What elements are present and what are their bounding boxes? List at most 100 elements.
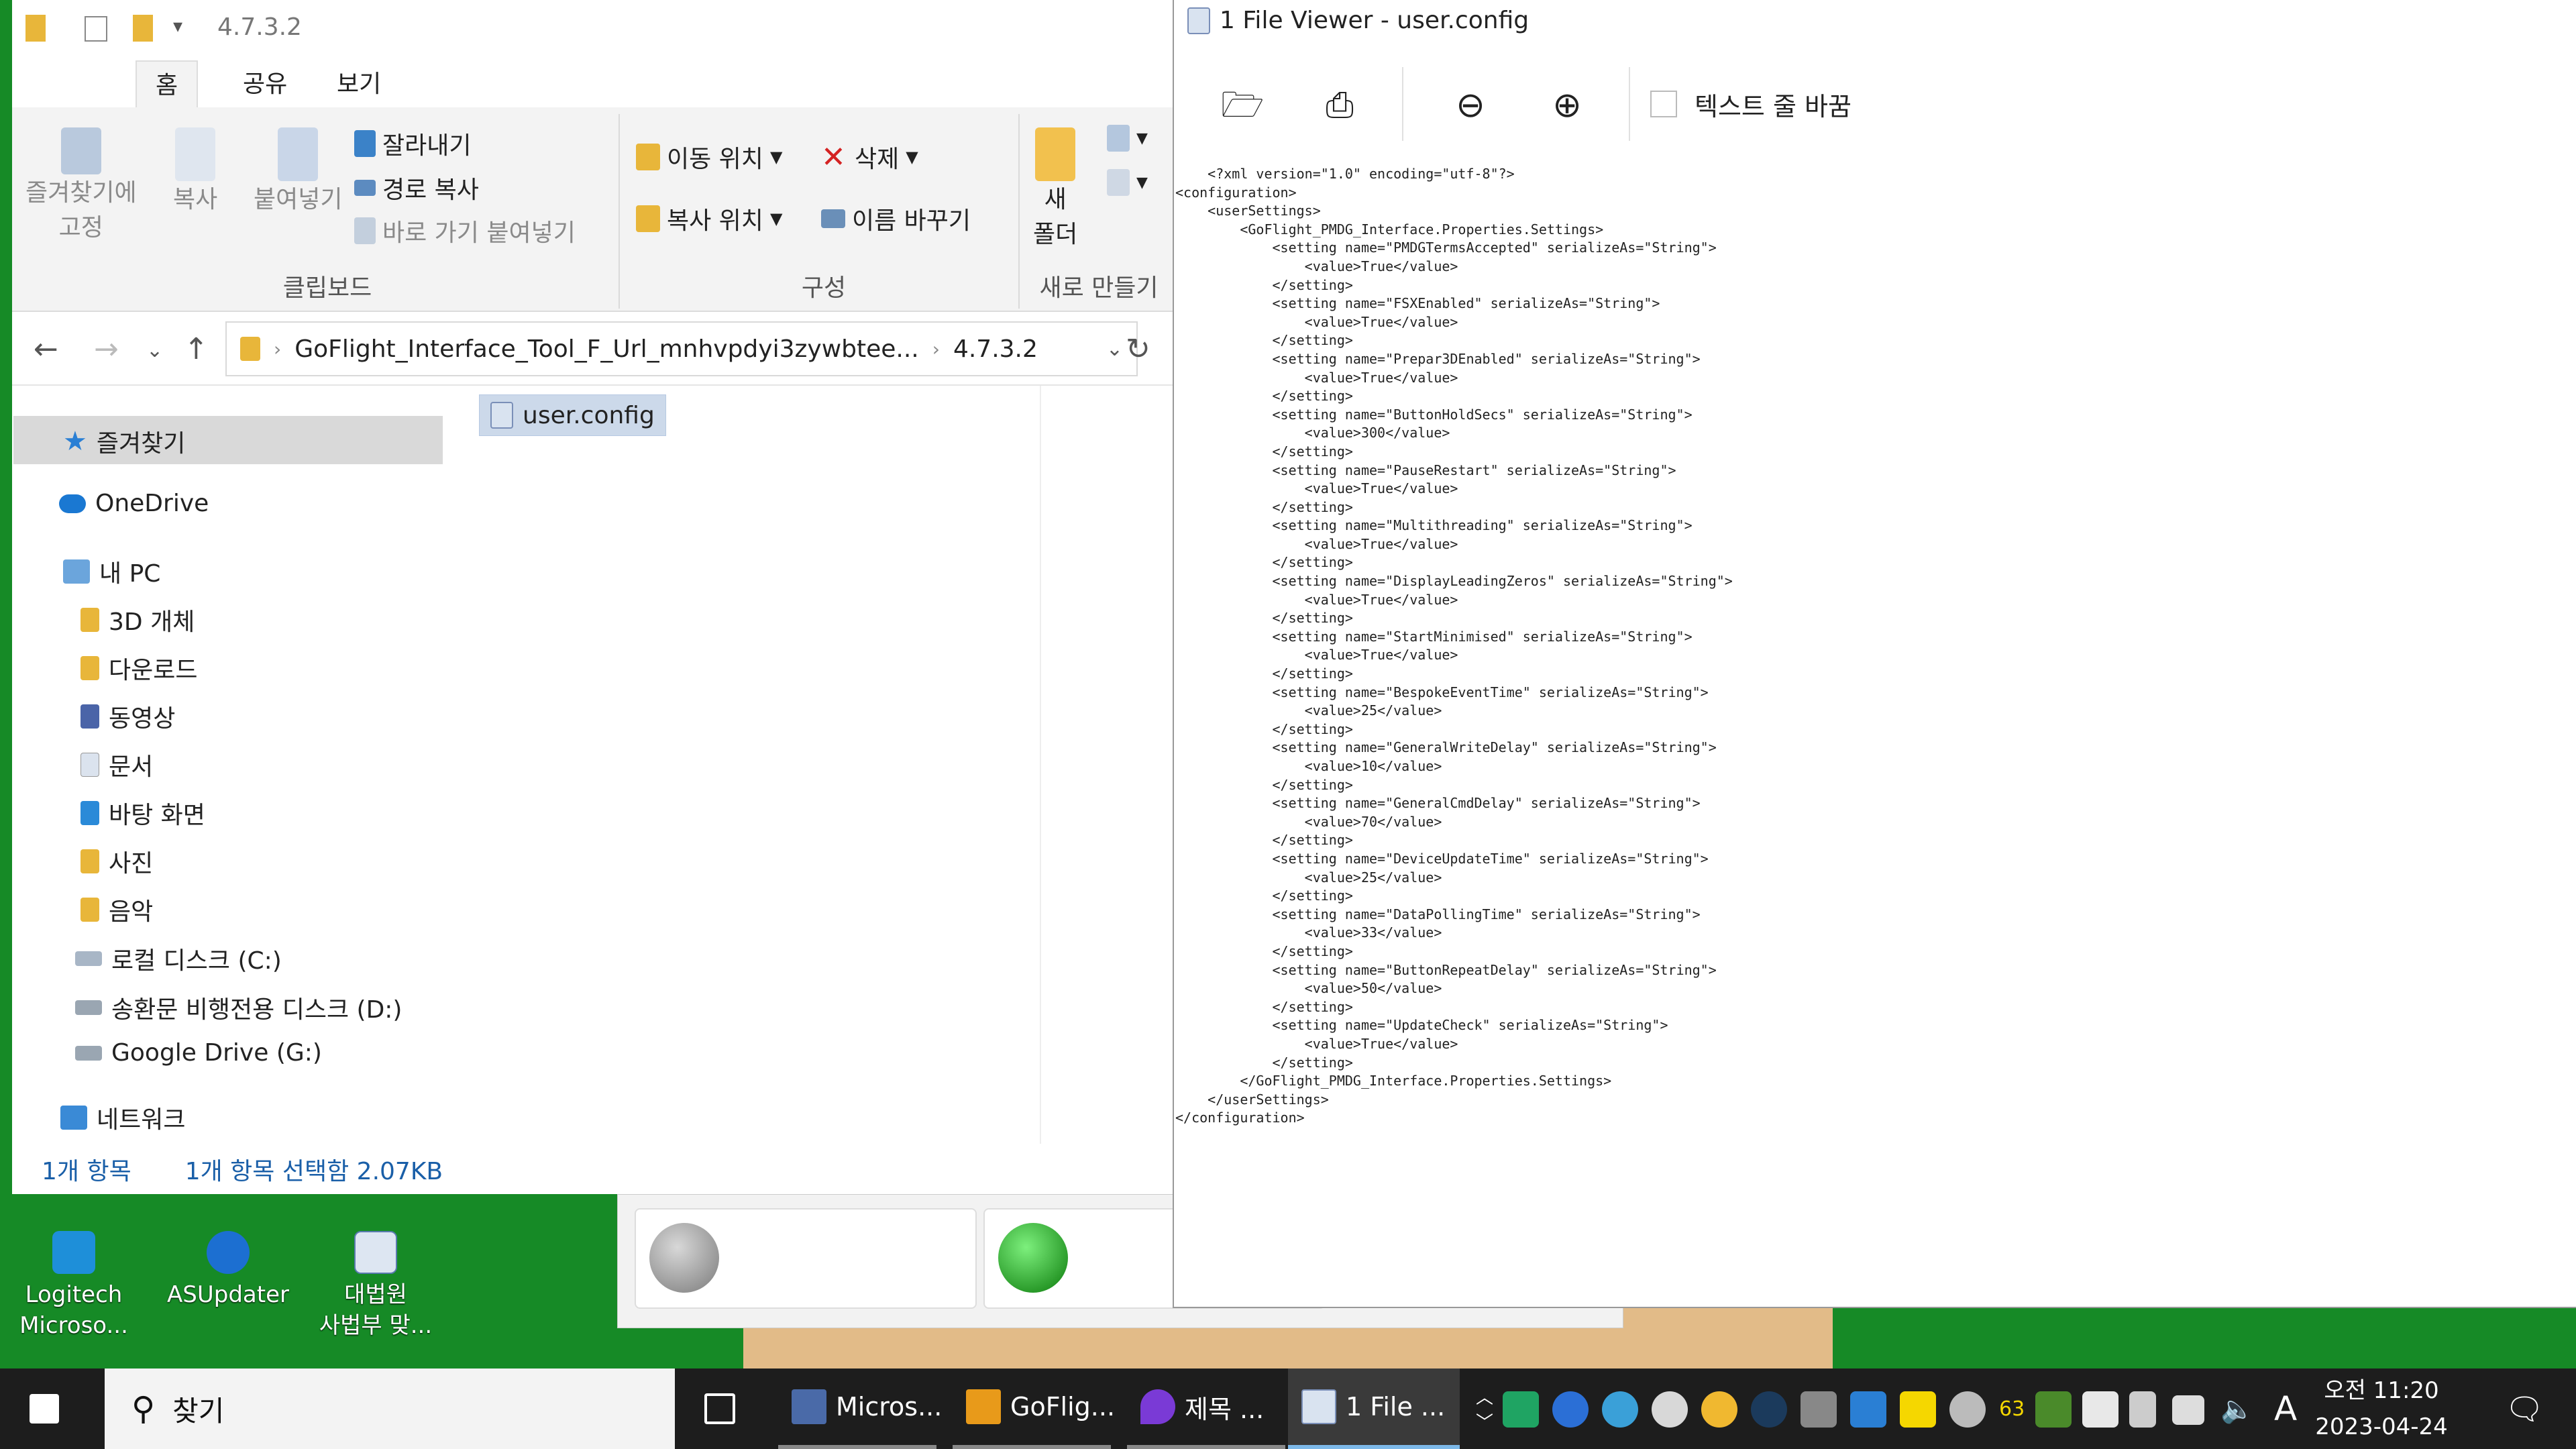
usb-tray-icon[interactable] <box>2129 1391 2156 1428</box>
tab-view[interactable]: 보기 <box>318 60 400 109</box>
ime-indicator[interactable]: A <box>2261 1368 2310 1449</box>
breadcrumb-separator-icon: › <box>932 337 940 360</box>
nav-item-videos[interactable]: 동영상 <box>80 699 175 734</box>
open-folder-icon[interactable]: 🗁 <box>1221 84 1264 127</box>
qat-dropdown-icon[interactable]: ▾ <box>173 15 182 37</box>
copy-path-label: 경로 복사 <box>382 176 479 204</box>
desktop-icon-asupdater[interactable]: ASUpdater <box>161 1231 295 1310</box>
nav-item-favorites[interactable]: ★ 즐겨찾기 <box>63 424 185 459</box>
compass-tray-icon[interactable] <box>1652 1391 1688 1428</box>
flight-sim-icon <box>792 1389 826 1424</box>
tab-home[interactable]: 홈 <box>136 60 199 109</box>
forward-arrow-icon[interactable]: → <box>94 332 119 366</box>
taskbar-app-msfs[interactable]: Micros... <box>778 1368 942 1449</box>
new-folder-button[interactable]: 새 폴더 <box>1033 127 1077 251</box>
word-wrap-label[interactable]: 텍스트 줄 바꿈 <box>1695 86 1851 123</box>
steam-tray-icon[interactable] <box>1751 1391 1787 1428</box>
file-item-user-config[interactable]: user.config <box>479 394 666 436</box>
paint-drop-icon <box>1140 1389 1175 1424</box>
nav-item-label: 다운로드 <box>109 657 198 684</box>
tab-share[interactable]: 공유 <box>224 60 306 109</box>
desktop-icon-logitech[interactable]: Logitech Microso... <box>13 1231 134 1341</box>
chevron-down-icon[interactable]: ⌄ <box>1106 337 1123 361</box>
zoom-in-icon[interactable]: ⊕ <box>1546 84 1589 127</box>
cut-button[interactable]: 잘라내기 <box>354 126 471 161</box>
copy-button[interactable]: 복사 <box>173 127 217 216</box>
nav-item-label: 3D 개체 <box>109 608 195 636</box>
pin-label: 고정 <box>58 214 103 241</box>
lock-tray-icon[interactable] <box>1801 1391 1837 1428</box>
clock[interactable]: 오전 11:20 2023-04-24 <box>2314 1373 2449 1445</box>
asupdater-icon <box>207 1231 250 1274</box>
search-icon: ⚲ <box>131 1390 156 1428</box>
nav-item-music[interactable]: 음악 <box>80 892 153 927</box>
moon-tray-icon[interactable] <box>1701 1391 1737 1428</box>
file-content-text[interactable]: <?xml version="1.0" encoding="utf-8"?> <… <box>1175 165 2571 1131</box>
taskbar-app-file-viewer[interactable]: 1 File ... <box>1288 1368 1460 1449</box>
shield-tray-icon[interactable] <box>1850 1391 1886 1428</box>
nav-item-desktop[interactable]: 바탕 화면 <box>80 796 205 830</box>
chrome-tray-icon[interactable] <box>1552 1391 1589 1428</box>
pin-to-quick-access-button[interactable]: 즐겨찾기에 고정 <box>25 127 137 244</box>
file-list-area[interactable] <box>449 386 1174 1144</box>
move-to-button[interactable]: 이동 위치 ▼ <box>636 140 782 174</box>
network-tray-icon[interactable] <box>2172 1395 2204 1425</box>
properties-icon[interactable] <box>85 16 107 42</box>
search-box[interactable]: ⚲ 찾기 <box>105 1368 675 1449</box>
nav-item-downloads[interactable]: 다운로드 <box>80 651 197 686</box>
start-button[interactable] <box>16 1368 72 1449</box>
nav-item-drive-g[interactable]: Google Drive (G:) <box>75 1039 322 1067</box>
word-wrap-checkbox[interactable] <box>1650 91 1677 117</box>
ribbon-home: 즐겨찾기에 고정 복사 붙여넣기 잘라내기 경로 복사 바로 가기 붙여넣기 클… <box>12 107 1174 312</box>
nav-item-onedrive[interactable]: OneDrive <box>59 490 209 517</box>
nav-item-3d-objects[interactable]: 3D 개체 <box>80 602 195 637</box>
tray-badge[interactable]: 63 <box>1986 1368 2038 1449</box>
copy-path-icon <box>354 180 376 196</box>
nav-item-network[interactable]: 네트워크 <box>60 1100 185 1135</box>
back-arrow-icon[interactable]: ← <box>34 332 58 366</box>
breadcrumb-folder[interactable]: GoFlight_Interface_Tool_F_Url_mnhvpdyi3z… <box>294 335 919 363</box>
nav-item-drive-c[interactable]: 로컬 디스크 (C:) <box>75 941 282 976</box>
nav-item-this-pc[interactable]: 내 PC <box>63 554 160 589</box>
copy-to-button[interactable]: 복사 위치 ▼ <box>636 201 782 236</box>
cut-label: 잘라내기 <box>382 132 472 160</box>
print-icon[interactable]: ⎙ <box>1318 84 1361 127</box>
taskbar-app-goflight[interactable]: GoFlig... <box>953 1368 1115 1449</box>
ribbon-separator <box>619 114 620 309</box>
up-arrow-icon[interactable]: ↑ <box>184 332 209 366</box>
address-bar[interactable]: › GoFlight_Interface_Tool_F_Url_mnhvpdyi… <box>225 321 1138 376</box>
nav-item-pictures[interactable]: 사진 <box>80 844 153 879</box>
security-tray-icon[interactable] <box>2082 1391 2118 1428</box>
task-view-button[interactable] <box>691 1368 749 1449</box>
breadcrumb-current[interactable]: 4.7.3.2 <box>953 335 1038 363</box>
volume-icon[interactable]: 🔈 <box>2207 1368 2267 1449</box>
folder-icon <box>25 15 46 42</box>
nvidia-tray-icon[interactable] <box>2035 1391 2072 1428</box>
copy-path-button[interactable]: 경로 복사 <box>354 170 479 205</box>
cloud-tray-icon[interactable] <box>1602 1391 1638 1428</box>
notification-icon[interactable]: 🗨 <box>2491 1368 2557 1449</box>
refresh-icon[interactable]: ↻ <box>1126 332 1150 366</box>
nav-item-drive-d[interactable]: 송환문 비행전용 디스크 (D:) <box>75 990 402 1025</box>
nav-item-documents[interactable]: 문서 <box>80 747 153 782</box>
satellite-tray-icon[interactable] <box>1949 1391 1986 1428</box>
new-folder-qat-icon[interactable] <box>133 15 153 42</box>
delete-button[interactable]: ✕ 삭제 ▼ <box>821 140 918 174</box>
taskbar-app-untitled[interactable]: 제목 ... <box>1127 1368 1285 1449</box>
delete-label: 삭제 <box>855 146 900 173</box>
paste-shortcut-button[interactable]: 바로 가기 붙여넣기 <box>354 213 576 248</box>
desktop-icon-court[interactable]: 대법원 사법부 맞... <box>309 1231 443 1341</box>
paste-button[interactable]: 붙여넣기 <box>254 127 342 216</box>
recent-locations-icon[interactable]: ⌄ <box>146 339 163 362</box>
chevron-down-icon: ▼ <box>1136 129 1148 147</box>
kakaotalk-tray-icon[interactable] <box>1900 1391 1936 1428</box>
new-item-button[interactable]: ▼ <box>1107 125 1148 152</box>
show-hidden-icons-button[interactable]: ︿ ﹀ <box>1462 1368 1507 1449</box>
zoom-out-icon[interactable]: ⊖ <box>1449 84 1492 127</box>
app-icon <box>1187 7 1210 34</box>
easy-access-button[interactable]: ▼ <box>1107 169 1148 196</box>
google-drive-tray-icon[interactable] <box>1503 1391 1539 1428</box>
network-icon <box>60 1106 87 1130</box>
green-lamp <box>998 1223 1068 1293</box>
rename-button[interactable]: 이름 바꾸기 <box>821 201 971 236</box>
